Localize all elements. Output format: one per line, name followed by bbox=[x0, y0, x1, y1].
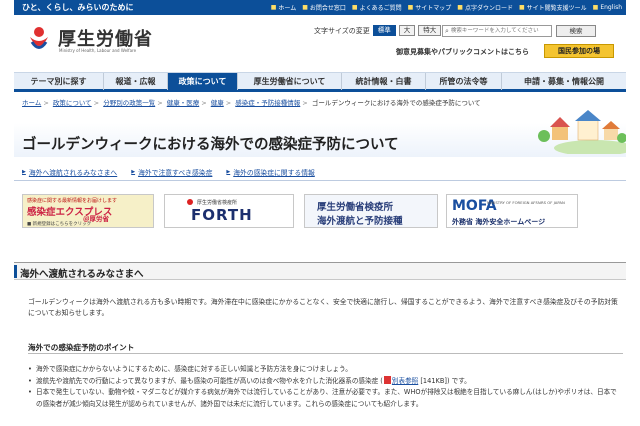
anchor-link-diseases[interactable]: ▶ 海外で注意すべき感染症 bbox=[131, 167, 212, 177]
banner-forth-caption: 厚生労働省検疫所 bbox=[197, 200, 238, 206]
tool-icon: ■ bbox=[518, 4, 525, 11]
utility-link-faq[interactable]: ■ よくあるご質問 bbox=[352, 3, 402, 12]
list-item: 日本で発生していない、動物や蚊・マダニなどが媒介する病気が海外では流行しているこ… bbox=[28, 387, 623, 410]
nav-item-about[interactable]: 厚生労働省について bbox=[238, 73, 342, 90]
ministry-logo-icon[interactable] bbox=[26, 25, 52, 55]
divider bbox=[14, 180, 626, 181]
list-item-text: 渡航先や渡航先での行動によって異なりますが、最も感染の可能性が高いのは食べ物や水… bbox=[36, 376, 383, 385]
site-tagline: ひと、くらし、みらいのために bbox=[22, 3, 134, 12]
utility-link-contact[interactable]: ■ お問合せ窓口 bbox=[302, 3, 346, 12]
font-size-switcher: 文字サイズの変更 標準 大 特大 bbox=[314, 25, 442, 36]
anchor-links: ▶ 海外へ渡航されるみなさまへ ▶ 海外で注意すべき感染症 ▶ 海外の感染症に関する情… bbox=[22, 167, 315, 177]
utility-link-english[interactable]: ■ English bbox=[593, 3, 622, 12]
forth-logo-icon bbox=[187, 199, 193, 205]
section-heading-points: 海外での感染症予防のポイント bbox=[28, 340, 623, 354]
breadcrumb-current: ゴールデンウィークにおける海外での感染症予防について bbox=[311, 99, 481, 107]
banner-vaccination[interactable]: 厚生労働省検疫所 海外渡航と予防接種 bbox=[304, 194, 438, 228]
nav-item-laws[interactable]: 所管の法令等 bbox=[426, 73, 502, 90]
main-nav: テーマ別に探す 報道・広報 政策について 厚生労働省について 統計情報・白書 所… bbox=[14, 72, 626, 92]
browser-page: ひと、くらし、みらいのために ■ ホーム ■ お問合せ窓口 ■ よくあるご質問 ■ サイ… bbox=[14, 0, 626, 426]
banner-infection-express-caption: 感染症に関する最新情報をお届けします bbox=[27, 198, 118, 204]
banner-vaccination-line2: 海外渡航と予防接種 bbox=[317, 216, 403, 227]
font-size-label: 文字サイズの変更 bbox=[314, 26, 370, 35]
font-size-large-button[interactable]: 大 bbox=[398, 25, 416, 36]
question-icon: ■ bbox=[351, 4, 358, 11]
ministry-logo-subtitle: Ministry of Health, Labour and Welfare bbox=[59, 48, 137, 53]
list-item-text: [141KB]) です。 bbox=[418, 376, 471, 385]
pdf-icon bbox=[383, 375, 391, 384]
font-size-standard-button[interactable]: 標準 bbox=[372, 25, 396, 36]
section-title: 海外へ渡航されるみなさまへ bbox=[20, 269, 144, 280]
points-list: 海外で感染症にかからないようにするために、感染症に対する正しい知識と予防方法を身… bbox=[28, 364, 623, 410]
section-heading-travelers: 海外へ渡航されるみなさまへ bbox=[14, 262, 626, 280]
nav-item-applications[interactable]: 申請・募集・情報公開 bbox=[502, 73, 626, 90]
home-icon: ■ bbox=[270, 4, 277, 11]
download-icon: ■ bbox=[457, 4, 463, 11]
arrow-icon: ▶ bbox=[22, 169, 26, 175]
utility-link-sitemap[interactable]: ■ サイトマップ bbox=[408, 3, 452, 12]
public-participation-button[interactable]: 国民参加の場 bbox=[544, 44, 614, 58]
banner-vaccination-line1: 厚生労働省検疫所 bbox=[317, 202, 394, 213]
utility-link-braille[interactable]: ■ 点字ダウンロード bbox=[457, 3, 513, 12]
banner-mofa[interactable]: MOFA MINISTRY OF FOREIGN AFFAIRS OF JAPA… bbox=[446, 194, 578, 228]
breadcrumb-policy[interactable]: 政策について bbox=[53, 99, 92, 107]
breadcrumb: ホーム > 政策について > 分野別の政策一覧 > 健康・医療 > 健康 > 感染症・予防… bbox=[22, 99, 481, 107]
list-item: 海外で感染症にかからないようにするために、感染症に対する正しい知識と予防方法を身… bbox=[28, 364, 623, 376]
arrow-icon: ▶ bbox=[131, 169, 136, 175]
nav-item-statistics[interactable]: 統計情報・白書 bbox=[342, 73, 426, 90]
nav-item-policy[interactable]: 政策について bbox=[168, 73, 238, 90]
globe-icon: ■ bbox=[592, 4, 599, 11]
subsection-title: 海外での感染症予防のポイント bbox=[28, 343, 135, 352]
nav-item-theme[interactable]: テーマ別に探す bbox=[14, 73, 104, 90]
page-title: ゴールデンウィークにおける海外での感染症予防について bbox=[22, 137, 399, 153]
banner-infection-express-register: ■ 新規登録はこちらをクリック bbox=[27, 222, 92, 227]
intro-paragraph: ゴールデンウィークは海外へ渡航される方も多い時期です。海外滞在中に感染症にかかる… bbox=[28, 298, 618, 317]
breadcrumb-infection[interactable]: 感染症・予防接種情報 bbox=[235, 99, 300, 107]
banner-mofa-title: 外務省 海外安全ホームページ bbox=[452, 218, 546, 226]
heading-accent bbox=[14, 265, 17, 278]
banner-infection-express[interactable]: 感染症に関する最新情報をお届けします 感染症エクスプレス ＠厚労省 ■ 新規登録… bbox=[22, 194, 154, 228]
appendix-link[interactable]: 別表参照 bbox=[392, 377, 418, 385]
public-comment-link[interactable]: 御意見募集やパブリックコメントはこちら bbox=[396, 47, 529, 57]
search-input[interactable] bbox=[450, 26, 546, 36]
sitemap-icon: ■ bbox=[407, 4, 414, 11]
list-item: 渡航先や渡航先での行動によって異なりますが、最も感染の可能性が高いのは食べ物や水… bbox=[28, 375, 623, 388]
utility-links: ■ ホーム ■ お問合せ窓口 ■ よくあるご質問 ■ サイトマップ ■ 点字ダウンロード … bbox=[271, 3, 622, 12]
town-illustration-icon bbox=[538, 110, 626, 154]
search-icon: ⌕ bbox=[445, 26, 449, 35]
arrow-icon: ▶ bbox=[226, 169, 231, 175]
search-button-label: 検索 bbox=[569, 27, 583, 35]
banner-mofa-caption: MINISTRY OF FOREIGN AFFAIRS OF JAPAN bbox=[487, 200, 565, 205]
top-strip: ひと、くらし、みらいのために ■ ホーム ■ お問合せ窓口 ■ よくあるご質問 ■ サイ… bbox=[14, 0, 626, 15]
mail-icon: ■ bbox=[302, 4, 308, 11]
breadcrumb-policy-list[interactable]: 分野別の政策一覧 bbox=[103, 99, 155, 107]
font-size-xlarge-button[interactable]: 特大 bbox=[418, 25, 442, 36]
banner-forth[interactable]: 厚生労働省検疫所 FORTH bbox=[164, 194, 294, 228]
breadcrumb-home[interactable]: ホーム bbox=[22, 99, 41, 107]
search-button[interactable]: 検索 bbox=[556, 25, 596, 37]
anchor-link-overseas-info[interactable]: ▶ 海外の感染症に関する情報 bbox=[226, 167, 314, 177]
breadcrumb-health[interactable]: 健康 bbox=[211, 99, 224, 107]
nav-item-press[interactable]: 報道・広報 bbox=[104, 73, 168, 90]
search-box: ⌕ bbox=[442, 25, 552, 37]
utility-link-access-tool[interactable]: ■ サイト閲覧支援ツール bbox=[519, 3, 587, 12]
banner-forth-title: FORTH bbox=[191, 206, 253, 224]
anchor-link-travelers[interactable]: ▶ 海外へ渡航されるみなさまへ bbox=[22, 167, 117, 177]
breadcrumb-health-medical[interactable]: 健康・医療 bbox=[167, 99, 200, 107]
utility-link-home[interactable]: ■ ホーム bbox=[271, 3, 297, 12]
